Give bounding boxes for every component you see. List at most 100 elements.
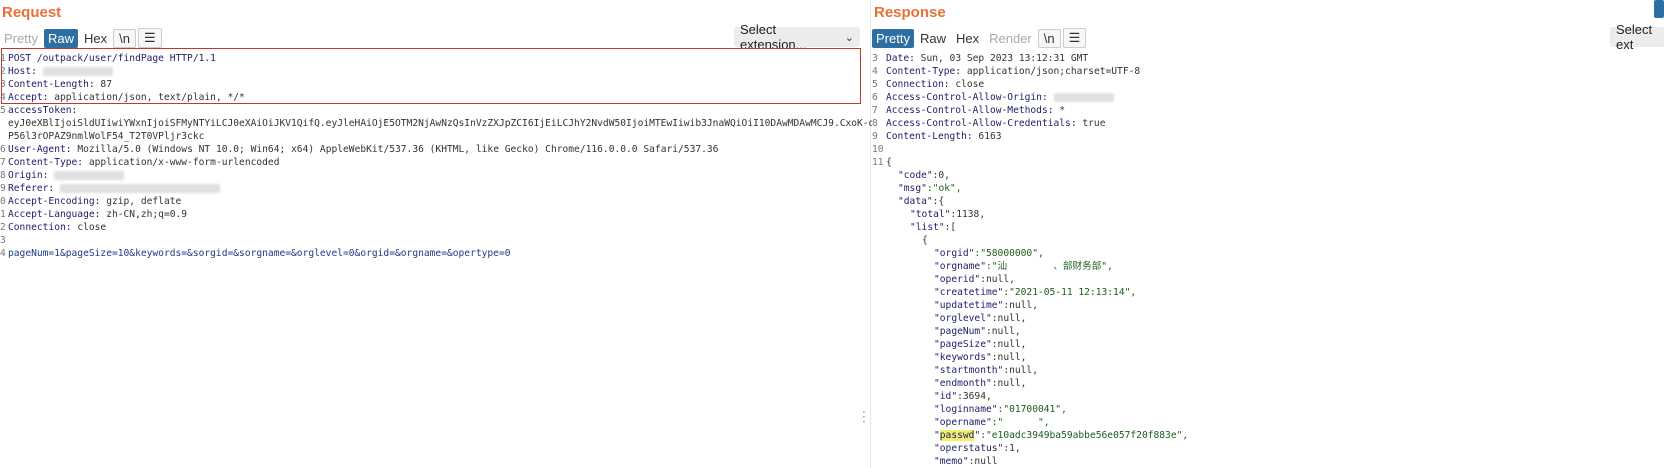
line-number: 8 [0, 170, 6, 181]
json-line: "keywords":null, [872, 351, 1664, 364]
json-line: "orgname":"汕 、部财务部", [872, 260, 1664, 273]
response-line: 4 Content-Type: application/json;charset=… [872, 65, 1664, 78]
request-tab-hex[interactable]: Hex [80, 29, 111, 48]
response-tab-raw[interactable]: Raw [916, 29, 950, 48]
response-toggle-newlines[interactable]: \n [1037, 28, 1061, 48]
header-value: { [886, 157, 892, 168]
request-view-tabs: Pretty Raw Hex \n ☰ [0, 28, 164, 48]
json-line: "loginname":"01700041", [872, 403, 1664, 416]
request-line: 3 Content-Length: 87 [0, 78, 872, 91]
request-line: 2 Connection: close [0, 221, 872, 234]
header-value: Sun, 03 Sep 2023 13:12:31 GMT [914, 53, 1089, 64]
response-line: 7 Access-Control-Allow-Methods: * [872, 104, 1664, 117]
hamburger-menu-icon[interactable]: ☰ [137, 28, 162, 48]
header-name: Accept-Encoding: [8, 196, 101, 207]
response-tab-pretty[interactable]: Pretty [872, 28, 914, 48]
json-line: "passwd":"e10adc3949ba59abbe56e057f20f88… [872, 429, 1664, 442]
line-number: 6 [872, 92, 878, 103]
line-number: 8 [872, 118, 878, 129]
edge-button[interactable] [1654, 0, 1664, 18]
request-tab-pretty[interactable]: Pretty [0, 29, 42, 48]
response-editor[interactable]: 3 Date: Sun, 03 Sep 2023 13:12:31 GMT 4 Con… [872, 52, 1664, 468]
redacted-value [60, 183, 221, 193]
header-value: P56l3rOPAZ9nmlWolF54_T2T0VPljr3ckc [8, 131, 205, 142]
redacted-value [42, 66, 113, 76]
line-number: 7 [0, 157, 6, 168]
response-view-tabs: Pretty Raw Hex Render \n ☰ [872, 28, 1088, 48]
header-value: true [1076, 118, 1106, 129]
json-key: "loginname" [934, 404, 998, 415]
json-value: :"01700041", [997, 404, 1067, 415]
redacted-value [1053, 92, 1114, 102]
response-line: 10 [872, 143, 1664, 156]
response-extension-select[interactable]: Select ext [1610, 22, 1664, 52]
request-toggle-newlines[interactable]: \n [113, 28, 136, 48]
json-key: "passwd" [934, 430, 981, 441]
header-name: Access-Control-Allow-Credentials: [886, 118, 1077, 129]
line-number: 3 [872, 53, 878, 64]
header-value: Mozilla/5.0 (Windows NT 10.0; Win64; x64… [71, 144, 719, 155]
json-key: "updatetime" [934, 300, 1004, 311]
json-line: "msg":"ok", [872, 182, 1664, 195]
request-line: 0 Accept-Encoding: gzip, deflate [0, 195, 872, 208]
json-key: "id" [934, 391, 958, 402]
json-key: "operid" [934, 274, 981, 285]
response-pane: Response Pretty Raw Hex Render \n ☰ Sele… [872, 0, 1664, 468]
response-tab-hex[interactable]: Hex [952, 29, 983, 48]
response-line: 6 Access-Control-Allow-Origin: [872, 91, 1664, 104]
json-key: "total" [910, 209, 951, 220]
line-number: 5 [872, 79, 878, 90]
json-value: :"e10adc3949ba59abbe56e057f20f883e", [980, 430, 1189, 441]
json-key: "opername" [934, 417, 992, 428]
json-value: :null, [1003, 300, 1038, 311]
request-line: 4 pageNum=1&pageSize=10&keywords=&sorgid=… [0, 247, 872, 260]
json-line: "createtime":"2021-05-11 12:13:14", [872, 286, 1664, 299]
request-editor[interactable]: 1 POST /outpack/user/findPage HTTP/1.1 2 Ho… [0, 52, 872, 468]
json-line: "list":[ [872, 221, 1664, 234]
json-value: :null, [991, 339, 1027, 350]
hamburger-menu-icon[interactable]: ☰ [1062, 28, 1087, 48]
header-name: Date: [886, 53, 915, 64]
json-value: { [922, 235, 928, 246]
header-value: close [71, 222, 107, 233]
chevron-down-icon: ⌄ [844, 31, 854, 44]
json-line: "startmonth":null, [872, 364, 1664, 377]
redacted-value [54, 170, 125, 180]
json-key: "list" [910, 222, 945, 233]
header-name: Connection: [8, 222, 72, 233]
line-number: 1 [0, 209, 6, 220]
request-extension-select[interactable]: Select extension... ⌄ [734, 22, 860, 52]
request-line: 8 Origin: [0, 169, 872, 182]
json-value: :"58000000", [974, 248, 1044, 259]
json-value: :"汕 、部财务部", [985, 261, 1113, 272]
header-value: pageNum=1&pageSize=10&keywords=&sorgid=&… [8, 248, 511, 259]
header-value: application/json;charset=UTF-8 [961, 66, 1141, 77]
request-pane: Request Pretty Raw Hex \n ☰ Select exten… [0, 0, 872, 468]
json-line: "memo":null [872, 455, 1664, 468]
json-line: "pageSize":null, [872, 338, 1664, 351]
line-number: 1 [0, 53, 6, 64]
response-line: 8 Access-Control-Allow-Credentials: true [872, 117, 1664, 130]
json-line: { [872, 234, 1664, 247]
response-tab-render[interactable]: Render [985, 29, 1036, 48]
json-value: :3694, [957, 391, 992, 402]
line-number: 10 [872, 144, 884, 155]
json-key: "orgname" [934, 261, 986, 272]
response-extension-select-label: Select ext [1616, 22, 1653, 52]
json-line: "operstatus":1, [872, 442, 1664, 455]
request-tab-raw[interactable]: Raw [43, 28, 78, 48]
json-value: :"2021-05-11 12:13:14", [1003, 287, 1137, 298]
header-value: 87 [94, 79, 112, 90]
header-name: Referer: [8, 183, 55, 194]
request-line: 9 Referer: [0, 182, 872, 195]
search-highlight: passwd [939, 430, 975, 441]
json-value: :1, [1003, 443, 1021, 454]
request-line: 6 User-Agent: Mozilla/5.0 (Windows NT 10.… [0, 143, 872, 156]
json-line: "orgid":"58000000", [872, 247, 1664, 260]
header-value: 6163 [972, 131, 1002, 142]
json-value: :{ [932, 196, 945, 207]
response-line: 9 Content-Length: 6163 [872, 130, 1664, 143]
header-name: User-Agent: [8, 144, 72, 155]
request-line: 1 POST /outpack/user/findPage HTTP/1.1 [0, 52, 872, 65]
line-number: 4 [872, 66, 878, 77]
